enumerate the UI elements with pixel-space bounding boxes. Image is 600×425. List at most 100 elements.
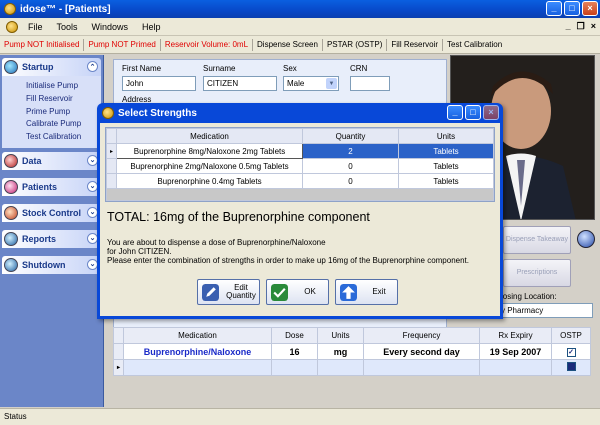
prescriptions-button[interactable]: Prescriptions <box>503 259 571 287</box>
pump-init-status[interactable]: Pump NOT Initialised <box>0 38 85 51</box>
new-row[interactable]: ▸ <box>113 359 591 376</box>
app-icon[interactable] <box>4 3 16 15</box>
cell-units[interactable]: Tablets <box>398 173 494 189</box>
col-dose[interactable]: Dose <box>271 327 318 344</box>
col-medication[interactable]: Medication <box>116 128 303 144</box>
col-ostp[interactable]: OSTP <box>551 327 591 344</box>
sidebar-link-fill-reservoir[interactable]: Fill Reservoir <box>26 93 101 106</box>
table-row[interactable]: Buprenorphine 2mg/Naloxone 0.5mg Tablets… <box>106 158 494 174</box>
sidebar-group-label: Reports <box>22 233 57 244</box>
dialog-actions: Edit Quantity OK Exit <box>197 279 398 305</box>
sidebar-link-prime-pump[interactable]: Prime Pump <box>26 106 101 119</box>
cell-frequency[interactable]: Every second day <box>363 343 480 360</box>
status-text: Status <box>4 412 27 421</box>
ok-button[interactable]: OK <box>266 279 329 305</box>
dispense-takeaway-button[interactable]: Dispense Takeaway <box>503 226 571 254</box>
new-cell-rx-expiry[interactable] <box>479 359 552 376</box>
cell-units[interactable]: mg <box>317 343 364 360</box>
col-rx-expiry[interactable]: Rx Expiry <box>479 327 552 344</box>
sidebar-group-data[interactable]: Data ⌄ <box>2 151 101 170</box>
dialog-minimize-button[interactable]: _ <box>447 105 463 120</box>
cell-medication[interactable]: Buprenorphine/Naloxone <box>123 343 272 360</box>
col-frequency[interactable]: Frequency <box>363 327 480 344</box>
dispense-screen-button[interactable]: Dispense Screen <box>253 38 323 51</box>
cell-quantity[interactable]: 0 <box>302 173 399 189</box>
document-icon[interactable] <box>6 20 18 33</box>
sidebar-link-initialise-pump[interactable]: Initialise Pump <box>26 80 101 93</box>
exit-button[interactable]: Exit <box>335 279 398 305</box>
sidebar-group-shutdown[interactable]: Shutdown ⌄ <box>2 255 101 274</box>
row-selector[interactable] <box>106 158 117 174</box>
cell-units[interactable]: Tablets <box>398 143 494 159</box>
menu-help[interactable]: Help <box>142 22 161 32</box>
col-units[interactable]: Units <box>317 327 364 344</box>
cell-medication[interactable]: Buprenorphine 0.4mg Tablets <box>116 173 303 189</box>
dialog-close-button[interactable]: × <box>483 105 499 120</box>
first-name-label: First Name <box>122 64 162 73</box>
new-row-selector[interactable]: ▸ <box>113 359 124 376</box>
cell-units[interactable]: Tablets <box>398 158 494 174</box>
menu-windows[interactable]: Windows <box>92 22 129 32</box>
sidebar-group-reports[interactable]: Reports ⌄ <box>2 229 101 248</box>
sidebar-link-calibrate-pump[interactable]: Calibrate Pump <box>26 118 101 131</box>
pstar-button[interactable]: PSTAR (OSTP) <box>323 38 388 51</box>
sidebar-group-stock-control[interactable]: Stock Control ⌄ <box>2 203 101 222</box>
row-selector[interactable] <box>113 343 124 360</box>
table-row[interactable]: Buprenorphine/Naloxone 16 mg Every secon… <box>113 343 591 360</box>
new-cell-dose[interactable] <box>271 359 318 376</box>
row-selector[interactable] <box>106 173 117 189</box>
first-name-field[interactable]: John <box>122 76 196 91</box>
surname-field[interactable]: CITIZEN <box>203 76 277 91</box>
cell-rx-expiry[interactable]: 19 Sep 2007 <box>479 343 552 360</box>
col-units[interactable]: Units <box>398 128 494 144</box>
cell-ostp[interactable]: ✓ <box>551 343 591 360</box>
new-cell-units[interactable] <box>317 359 364 376</box>
message-line: for John CITIZEN. <box>107 247 172 256</box>
dialog-title-bar[interactable]: Select Strengths _ □ × <box>100 103 500 123</box>
table-row[interactable]: Buprenorphine 0.4mg Tablets 0 Tablets <box>106 173 494 189</box>
new-cell-medication[interactable] <box>123 359 272 376</box>
ostp-checkbox[interactable]: ✓ <box>566 348 576 357</box>
child-minimize-button[interactable]: _ <box>566 21 571 32</box>
test-calibration-button[interactable]: Test Calibration <box>443 39 506 51</box>
cell-quantity[interactable]: 2 <box>302 143 399 159</box>
minimize-button[interactable]: _ <box>546 1 562 16</box>
new-cell-ostp[interactable] <box>551 359 591 376</box>
dosing-location-field[interactable]: y Pharmacy <box>497 303 593 318</box>
cell-medication[interactable]: Buprenorphine 8mg/Naloxone 2mg Tablets <box>116 143 303 159</box>
row-selector[interactable]: ▸ <box>106 143 117 159</box>
table-row[interactable]: ▸ Buprenorphine 8mg/Naloxone 2mg Tablets… <box>106 143 494 159</box>
startup-links: Initialise Pump Fill Reservoir Prime Pum… <box>2 76 101 148</box>
col-quantity[interactable]: Quantity <box>302 128 399 144</box>
empty-grid-area <box>106 188 494 201</box>
data-icon <box>4 153 18 168</box>
menu-tools[interactable]: Tools <box>57 22 78 32</box>
edit-quantity-label: Edit Quantity <box>226 283 256 300</box>
collapse-icon[interactable]: ⌃ <box>87 61 98 72</box>
fill-reservoir-button[interactable]: Fill Reservoir <box>387 38 444 51</box>
dialog-maximize-button[interactable]: □ <box>465 105 481 120</box>
menu-file[interactable]: File <box>28 22 43 32</box>
cell-medication[interactable]: Buprenorphine 2mg/Naloxone 0.5mg Tablets <box>116 158 303 174</box>
close-button[interactable]: × <box>582 1 598 16</box>
col-medication[interactable]: Medication <box>123 327 272 344</box>
sidebar-link-test-calibration[interactable]: Test Calibration <box>26 131 101 144</box>
new-cell-frequency[interactable] <box>363 359 480 376</box>
child-restore-button[interactable]: ❐ <box>577 21 585 32</box>
chevron-down-icon[interactable]: ▼ <box>326 78 337 89</box>
info-icon[interactable] <box>577 230 595 248</box>
new-ostp-checkbox[interactable] <box>566 362 576 371</box>
cell-dose[interactable]: 16 <box>271 343 318 360</box>
crn-field[interactable] <box>350 76 390 91</box>
child-close-button[interactable]: × <box>591 21 596 32</box>
reservoir-volume-status[interactable]: Reservoir Volume: 0mL <box>161 38 254 51</box>
sidebar-group-startup[interactable]: Startup ⌃ <box>2 58 101 76</box>
maximize-button[interactable]: □ <box>564 1 580 16</box>
edit-quantity-button[interactable]: Edit Quantity <box>197 279 260 305</box>
title-bar: idose™ - [Patients] _ □ × <box>0 0 600 18</box>
sidebar-group-patients[interactable]: Patients ⌄ <box>2 177 101 196</box>
cell-quantity[interactable]: 0 <box>302 158 399 174</box>
sex-label: Sex <box>283 64 297 73</box>
sex-select[interactable]: Male ▼ <box>283 76 339 91</box>
pump-primed-status[interactable]: Pump NOT Primed <box>84 38 161 51</box>
